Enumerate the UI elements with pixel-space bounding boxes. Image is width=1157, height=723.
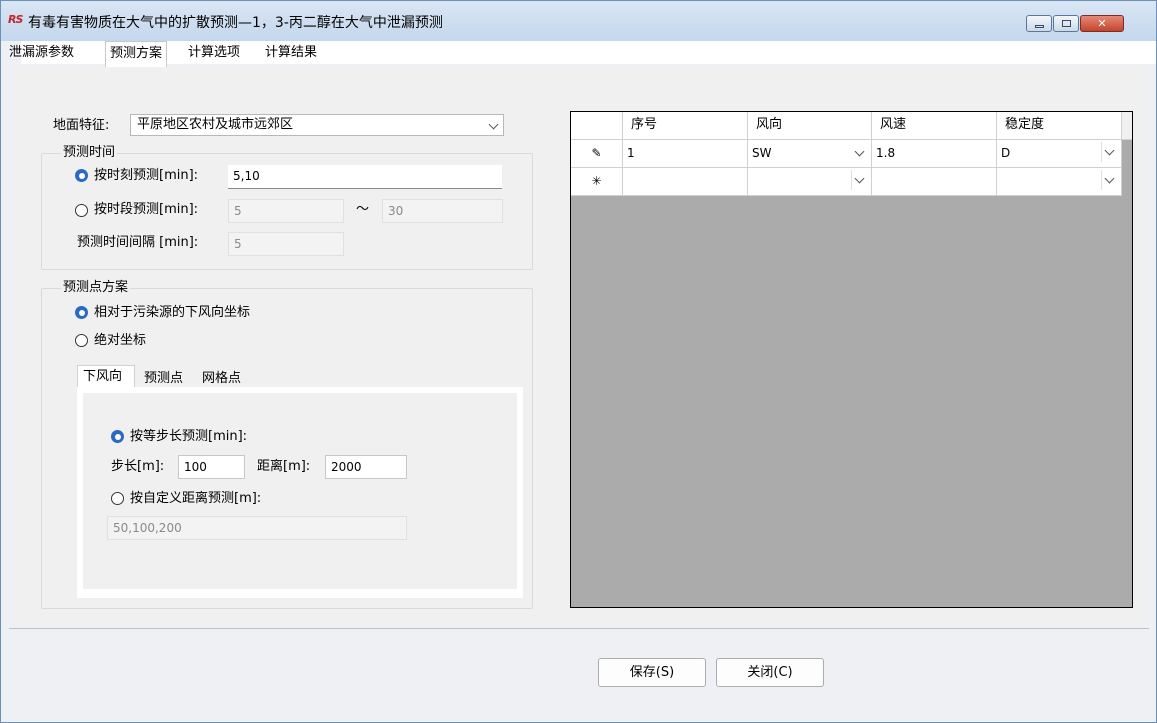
chevron-down-icon <box>488 119 499 130</box>
grid-new-cell-wind-speed[interactable] <box>872 168 997 196</box>
grid-new-cell-stability[interactable] <box>997 168 1122 196</box>
interval-input[interactable]: 5 <box>228 232 344 256</box>
distance-label: 距离[m]: <box>257 459 311 474</box>
interval-label: 预测时间间隔 [min]: <box>77 235 199 250</box>
subtab-downwind[interactable]: 下风向 <box>83 368 122 386</box>
grid-cell-stability-value: D <box>1001 146 1011 160</box>
close-window-button[interactable]: ✕ <box>1080 15 1124 32</box>
grid-header-stability[interactable]: 稳定度 <box>997 112 1122 140</box>
grid-header-wind-direction[interactable]: 风向 <box>748 112 872 140</box>
surface-select[interactable]: 平原地区农村及城市远郊区 <box>130 114 504 136</box>
period-from-input[interactable]: 5 <box>228 199 344 223</box>
close-button[interactable]: 关闭(C) <box>716 658 824 687</box>
surface-label: 地面特征: <box>53 118 110 133</box>
minimize-icon <box>1035 25 1044 28</box>
window-title: 有毒有害物质在大气中的扩散预测—1，3-丙二醇在大气中泄漏预测 <box>28 15 443 31</box>
absolute-coord-label: 绝对坐标 <box>94 333 147 348</box>
main-window: RS 有毒有害物质在大气中的扩散预测—1，3-丙二醇在大气中泄漏预测 ✕ 泄漏源… <box>0 0 1157 723</box>
title-bar: RS 有毒有害物质在大气中的扩散预测—1，3-丙二醇在大气中泄漏预测 ✕ <box>1 1 1156 41</box>
row-new-marker-icon[interactable]: ✳ <box>571 168 623 196</box>
period-to-input[interactable]: 30 <box>382 199 503 223</box>
step-label: 步长[m]: <box>111 459 165 474</box>
wind-condition-grid[interactable]: 序号 风向 风速 稳定度 ✎ 1 SW 1.8 D ✳ <box>570 111 1133 608</box>
surface-select-value: 平原地区农村及城市远郊区 <box>137 117 294 132</box>
chevron-down-icon <box>1104 145 1115 156</box>
grid-cell-index[interactable]: 1 <box>623 140 748 168</box>
grid-cell-stability[interactable]: D <box>997 140 1122 168</box>
stability-dropdown-button[interactable] <box>1101 170 1119 190</box>
relative-coord-label: 相对于污染源的下风向坐标 <box>94 305 251 320</box>
close-icon: ✕ <box>1097 17 1107 30</box>
absolute-coord-radio[interactable] <box>75 334 88 347</box>
distance-input[interactable]: 2000 <box>325 455 407 479</box>
grid-cell-wind-speed[interactable]: 1.8 <box>872 140 997 168</box>
by-moment-radio[interactable] <box>75 169 88 182</box>
chevron-down-icon <box>854 146 865 157</box>
grid-new-cell-wind-direction[interactable] <box>748 168 872 196</box>
custom-distance-input[interactable]: 50,100,200 <box>107 516 407 540</box>
equal-step-label: 按等步长预测[min]: <box>130 429 248 444</box>
tab-calc-results[interactable]: 计算结果 <box>265 43 317 65</box>
step-input[interactable]: 100 <box>178 455 245 479</box>
range-tilde: ～ <box>356 202 370 217</box>
maximize-button[interactable] <box>1053 15 1079 32</box>
custom-distance-label: 按自定义距离预测[m]: <box>130 491 262 506</box>
subtab-forecast-points[interactable]: 预测点 <box>144 370 183 388</box>
by-period-label: 按时段预测[min]: <box>94 202 199 217</box>
equal-step-radio[interactable] <box>111 430 124 443</box>
subtab-grid-points[interactable]: 网格点 <box>202 370 241 388</box>
minimize-button[interactable] <box>1026 15 1052 32</box>
chevron-down-icon <box>1104 173 1115 184</box>
by-moment-label: 按时刻预测[min]: <box>94 168 199 183</box>
wind-direction-dropdown-button[interactable] <box>851 170 869 190</box>
forecast-time-legend: 预测时间 <box>61 145 118 161</box>
custom-distance-radio[interactable] <box>111 492 124 505</box>
maximize-icon <box>1062 20 1071 27</box>
grid-header-wind-speed[interactable]: 风速 <box>872 112 997 140</box>
grid-new-cell-index[interactable] <box>623 168 748 196</box>
stability-dropdown-button[interactable] <box>1101 142 1119 162</box>
tab-leak-source[interactable]: 泄漏源参数 <box>9 43 74 65</box>
save-button[interactable]: 保存(S) <box>598 658 706 687</box>
tab-calc-options[interactable]: 计算选项 <box>188 43 240 65</box>
grid-scroll-gap <box>1122 112 1132 140</box>
grid-cell-wind-direction-value: SW <box>752 146 772 160</box>
grid-corner <box>571 112 623 140</box>
footer-divider <box>9 628 1149 629</box>
by-moment-input[interactable]: 5,10 <box>228 165 502 189</box>
by-period-radio[interactable] <box>75 204 88 217</box>
app-icon: RS <box>8 13 23 26</box>
relative-coord-radio[interactable] <box>75 306 88 319</box>
chevron-down-icon <box>854 173 865 184</box>
tab-forecast-scheme[interactable]: 预测方案 <box>105 41 168 67</box>
grid-cell-wind-direction[interactable]: SW <box>748 140 872 168</box>
row-edit-marker-icon[interactable]: ✎ <box>571 140 623 168</box>
grid-header-index[interactable]: 序号 <box>623 112 748 140</box>
point-scheme-legend: 预测点方案 <box>61 280 131 296</box>
